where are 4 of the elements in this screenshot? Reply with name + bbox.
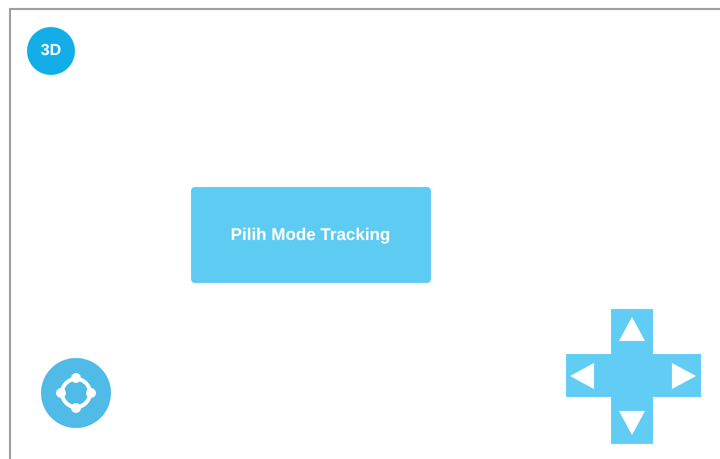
tracking-mode-button[interactable]: Pilih Mode Tracking xyxy=(190,187,430,283)
direction-pad[interactable] xyxy=(566,309,701,444)
mode-button[interactable]: 3D xyxy=(27,27,75,75)
target-icon[interactable] xyxy=(41,358,111,428)
